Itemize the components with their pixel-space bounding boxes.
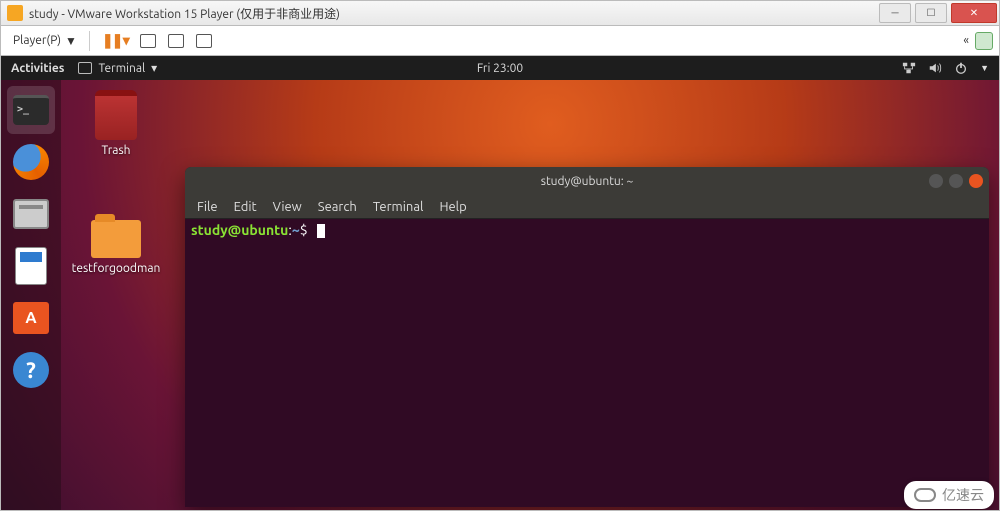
terminal-window[interactable]: study@ubuntu: ~ File Edit View Search Te… (185, 167, 989, 507)
terminal-menubar: File Edit View Search Terminal Help (185, 195, 989, 219)
player-menu-label: Player(P) (13, 34, 61, 47)
terminal-maximize-button[interactable] (949, 174, 963, 188)
pause-button[interactable]: ❚❚ ▾ (96, 30, 134, 51)
vmware-titlebar: study - VMware Workstation 15 Player (仅用… (0, 0, 1000, 26)
menu-terminal[interactable]: Terminal (373, 200, 424, 214)
separator (89, 31, 90, 51)
power-icon (954, 61, 968, 75)
clock[interactable]: Fri 23:00 (477, 62, 523, 75)
window-title: study - VMware Workstation 15 Player (仅用… (29, 5, 877, 22)
menu-edit[interactable]: Edit (234, 200, 257, 214)
window-controls: ─ ☐ ✕ (877, 1, 999, 25)
cursor (317, 224, 325, 238)
folder-icon (91, 220, 141, 258)
fullscreen-icon (168, 34, 184, 48)
help-icon: ? (13, 352, 49, 388)
desktop-trash[interactable]: Trash (71, 90, 161, 158)
cad-icon (140, 34, 156, 48)
menu-search[interactable]: Search (318, 200, 357, 214)
vmware-toolbar: Player(P) ▼ ❚❚ ▾ « (0, 26, 1000, 56)
preferences-icon[interactable] (975, 32, 993, 50)
dock-firefox[interactable] (7, 138, 55, 186)
network-icon (902, 61, 916, 75)
prompt-user-host: study@ubuntu (191, 222, 288, 238)
gnome-topbar: Activities Terminal ▾ Fri 23:00 ▼ (1, 56, 999, 80)
watermark: 亿速云 (904, 481, 994, 509)
unity-button[interactable] (190, 32, 218, 50)
system-tray[interactable]: ▼ (902, 61, 989, 75)
terminal-icon (13, 95, 49, 125)
terminal-titlebar[interactable]: study@ubuntu: ~ (185, 167, 989, 195)
chevron-down-icon: ▼ (980, 63, 989, 73)
prompt-symbol: $ (300, 222, 308, 238)
collapse-button[interactable]: « (957, 32, 975, 49)
ubuntu-desktop: Activities Terminal ▾ Fri 23:00 ▼ A ? Tr… (0, 56, 1000, 511)
terminal-title: study@ubuntu: ~ (541, 175, 634, 188)
send-ctrl-alt-del-button[interactable] (134, 32, 162, 50)
dock-files[interactable] (7, 190, 55, 238)
terminal-close-button[interactable] (969, 174, 983, 188)
ubuntu-dock: A ? (1, 80, 61, 510)
terminal-window-controls (929, 174, 983, 188)
fullscreen-button[interactable] (162, 32, 190, 50)
prompt-path: ~ (292, 222, 300, 238)
desktop-icons: Trash testforgoodman (71, 90, 161, 299)
vmware-icon (7, 5, 23, 21)
desktop-folder-testforgoodman[interactable]: testforgoodman (71, 220, 161, 276)
folder-label: testforgoodman (71, 262, 161, 276)
dock-writer[interactable] (7, 242, 55, 290)
dock-terminal[interactable] (7, 86, 55, 134)
trash-label: Trash (71, 144, 161, 158)
activities-button[interactable]: Activities (11, 62, 64, 75)
watermark-text: 亿速云 (942, 485, 984, 505)
player-menu[interactable]: Player(P) ▼ (7, 32, 83, 50)
dropdown-icon: ▼ (65, 34, 77, 48)
firefox-icon (13, 144, 49, 180)
terminal-minimize-button[interactable] (929, 174, 943, 188)
dock-help[interactable]: ? (7, 346, 55, 394)
volume-icon (928, 61, 942, 75)
terminal-body[interactable]: study@ubuntu:~$ (185, 219, 989, 241)
unity-icon (196, 34, 212, 48)
chevron-down-icon: ▾ (151, 61, 157, 75)
cloud-icon (914, 488, 936, 502)
files-icon (13, 199, 49, 229)
writer-icon (15, 247, 47, 285)
menu-help[interactable]: Help (439, 200, 466, 214)
minimize-button[interactable]: ─ (879, 3, 911, 23)
topbar-app-menu[interactable]: Terminal ▾ (78, 61, 157, 75)
menu-view[interactable]: View (273, 200, 302, 214)
terminal-icon (78, 62, 92, 74)
close-button[interactable]: ✕ (951, 3, 997, 23)
menu-file[interactable]: File (197, 200, 218, 214)
maximize-button[interactable]: ☐ (915, 3, 947, 23)
trash-icon (95, 90, 137, 140)
software-icon: A (13, 302, 49, 334)
topbar-app-label: Terminal (98, 62, 145, 75)
dock-software[interactable]: A (7, 294, 55, 342)
